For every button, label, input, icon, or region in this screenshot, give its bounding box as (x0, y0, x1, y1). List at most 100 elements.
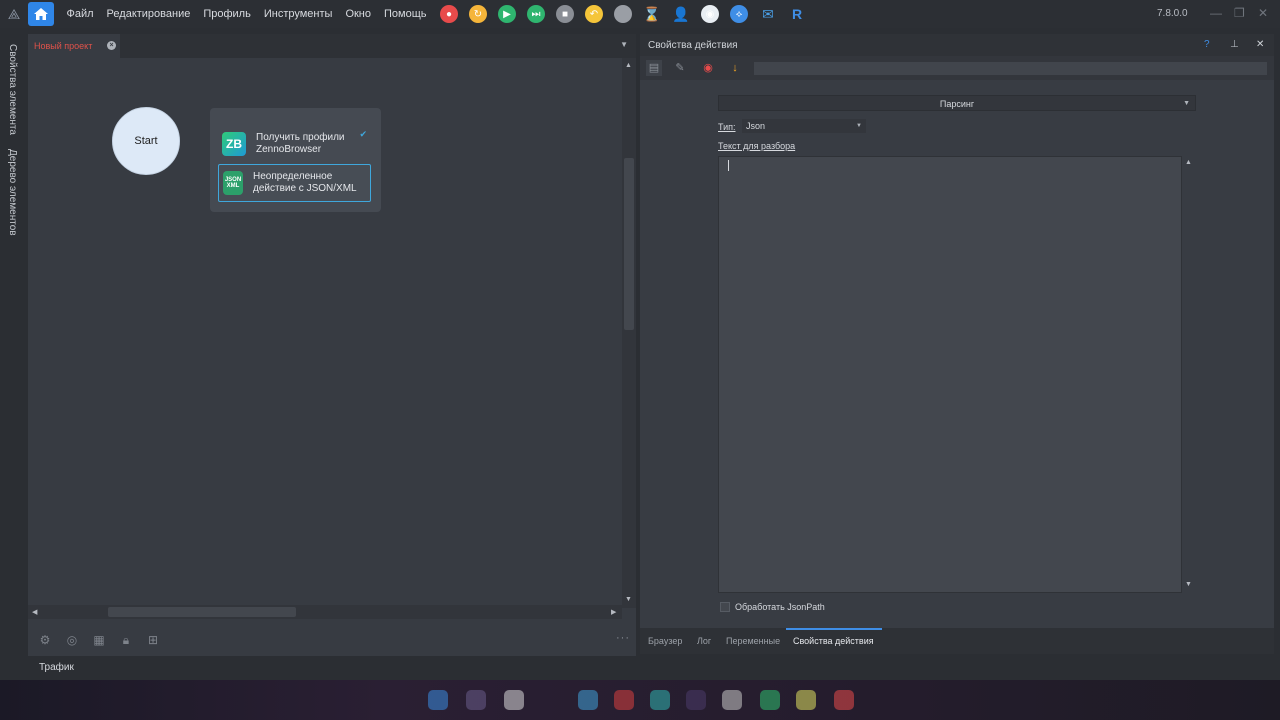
scroll-thumb[interactable] (624, 158, 634, 330)
scroll-up-icon[interactable]: ▲ (1185, 159, 1192, 166)
tab-action-properties[interactable]: Свойства действия (786, 628, 882, 654)
properties-view-icon[interactable]: ▤ (646, 60, 662, 76)
taskbar-app-icon[interactable] (796, 690, 816, 710)
home-button[interactable] (28, 2, 54, 26)
tab-variables[interactable]: Переменные (726, 628, 780, 654)
canvas-horizontal-scrollbar[interactable]: ◀ ▶ (28, 605, 622, 619)
scroll-left-icon[interactable]: ◀ (32, 608, 37, 616)
zennobrowser-icon: ZB (222, 132, 246, 156)
taskbar-app-icon[interactable] (834, 690, 854, 710)
refresh-icon[interactable]: ↻ (469, 5, 487, 23)
bottom-tabs: Браузер Лог Переменные Свойства действия (640, 628, 1274, 654)
taskbar-app-icon[interactable] (650, 690, 670, 710)
jsonpath-label: Обработать JsonPath (735, 602, 825, 612)
chevron-down-icon[interactable]: ▼ (620, 40, 628, 49)
mode-value: Парсинг (939, 99, 975, 109)
side-tab-element-tree[interactable]: Дерево элементов (7, 149, 18, 236)
taskbar-app-icon[interactable] (614, 690, 634, 710)
edit-list-icon[interactable]: ✎ (672, 60, 688, 76)
os-taskbar (0, 680, 1280, 720)
action-name-field[interactable] (754, 62, 1267, 75)
scroll-down-icon[interactable]: ▼ (625, 596, 632, 603)
chevron-down-icon: ▼ (1183, 100, 1190, 107)
type-value: Json (746, 121, 766, 131)
menu-help[interactable]: Помощь (378, 0, 434, 28)
action-undefined-json-xml[interactable]: JSON XML Неопределенное действие с JSON/… (218, 164, 371, 202)
action-suggestion-popup: ZB Получить профили ZennoBrowser ✔ JSON … (210, 108, 381, 212)
download-arrow-icon[interactable]: ↓ (727, 60, 743, 76)
canvas-vertical-scrollbar[interactable]: ▲ ▼ (622, 58, 636, 608)
close-tab-icon[interactable]: × (107, 41, 116, 50)
more-options-icon[interactable]: ··· (616, 632, 630, 644)
settings-icon[interactable]: ⚙ (38, 633, 52, 647)
home-icon (34, 8, 48, 20)
circle-icon[interactable] (614, 5, 632, 23)
taskbar-app-icon[interactable] (428, 690, 448, 710)
hourglass-icon[interactable]: ⌛ (643, 5, 661, 23)
scroll-right-icon[interactable]: ▶ (611, 608, 616, 616)
menu-profile[interactable]: Профиль (197, 0, 258, 28)
taskbar-app-icon[interactable] (504, 690, 524, 710)
user-icon[interactable]: 👤 (672, 5, 690, 23)
taskbar-app-icon[interactable] (466, 690, 486, 710)
menu-edit[interactable]: Редактирование (100, 0, 197, 28)
scroll-thumb[interactable] (108, 607, 296, 617)
json-xml-icon: JSON XML (223, 171, 243, 195)
stop-icon[interactable]: ■ (556, 5, 574, 23)
close-window-button[interactable]: ✕ (1258, 6, 1268, 20)
document-tabbar: Новый проект × ▼ (28, 34, 636, 58)
traffic-status[interactable]: Трафик (39, 662, 74, 673)
text-to-parse-label: Текст для разбора (718, 141, 796, 151)
scroll-up-icon[interactable]: ▲ (625, 62, 632, 69)
taskbar-app-icon[interactable] (578, 690, 598, 710)
menu-window[interactable]: Окно (339, 0, 378, 28)
menu-file[interactable]: Файл (60, 0, 100, 28)
taskbar-app-icon[interactable] (686, 690, 706, 710)
side-tab-element-properties[interactable]: Свойства элемента (7, 44, 18, 135)
add-frame-icon[interactable]: ⊞ (146, 633, 160, 647)
share-icon[interactable]: ⟡ (730, 5, 748, 23)
record-icon[interactable]: ● (440, 5, 458, 23)
type-label: Тип: (718, 122, 736, 132)
project-canvas[interactable]: Новый проект × ▼ Start ZB Получить профи… (28, 34, 636, 656)
type-select[interactable]: Json ▼ (742, 119, 866, 133)
check-icon: ✔ (359, 129, 367, 139)
user-circle-icon[interactable]: ◎ (65, 633, 79, 647)
lock-icon[interactable]: 🔒︎ (119, 633, 133, 647)
version-label: 7.8.0.0 (1157, 8, 1188, 19)
mode-select[interactable]: Парсинг ▼ (718, 95, 1196, 111)
start-node[interactable]: Start (112, 107, 180, 175)
minimize-button[interactable]: — (1210, 6, 1222, 20)
tab-log[interactable]: Лог (697, 628, 711, 654)
pin-icon[interactable]: ⊥ (1230, 39, 1239, 50)
taskbar-app-icon[interactable] (722, 690, 742, 710)
undo-icon[interactable]: ↶ (585, 5, 603, 23)
toolbar-icons: ● ↻ ▶ ⏭ ■ ↶ ⌛ 👤 ◉ ⟡ ✉ R (440, 5, 817, 23)
text-caret (728, 160, 729, 171)
play-icon[interactable]: ▶ (498, 5, 516, 23)
tab-title: Новый проект (34, 41, 93, 51)
eye-icon[interactable]: ◉ (701, 5, 719, 23)
mail-icon[interactable]: ✉ (759, 5, 777, 23)
textarea-scrollbar[interactable]: ▲ ▼ (1182, 156, 1196, 593)
scroll-down-icon[interactable]: ▼ (1185, 581, 1192, 588)
panel-toolbar: ▤ ✎ ◉ ↓ (640, 56, 1274, 80)
close-panel-icon[interactable]: ✕ (1256, 39, 1264, 50)
panel-title: Свойства действия (648, 39, 738, 51)
chevron-down-icon: ▼ (856, 123, 862, 129)
help-icon[interactable]: ? (1204, 39, 1210, 50)
jsonpath-checkbox[interactable] (720, 602, 730, 612)
tab-new-project[interactable]: Новый проект × (28, 34, 120, 58)
text-to-parse-input[interactable] (718, 156, 1182, 593)
maximize-button[interactable]: ❐ (1234, 6, 1245, 20)
menu-tools[interactable]: Инструменты (257, 0, 339, 28)
r-icon[interactable]: R (788, 5, 806, 23)
step-icon[interactable]: ⏭ (527, 5, 545, 23)
grid-icon[interactable]: ▦ (92, 633, 106, 647)
action-get-zenno-profiles[interactable]: ZB Получить профили ZennoBrowser ✔ (218, 125, 371, 163)
action-properties-panel: Свойства действия ? ⊥ ✕ ▤ ✎ ◉ ↓ Парсинг … (640, 34, 1274, 654)
jsonpath-checkbox-row[interactable]: Обработать JsonPath (720, 602, 825, 612)
tab-browser[interactable]: Браузер (648, 628, 682, 654)
taskbar-app-icon[interactable] (760, 690, 780, 710)
record-icon[interactable]: ◉ (700, 60, 716, 76)
